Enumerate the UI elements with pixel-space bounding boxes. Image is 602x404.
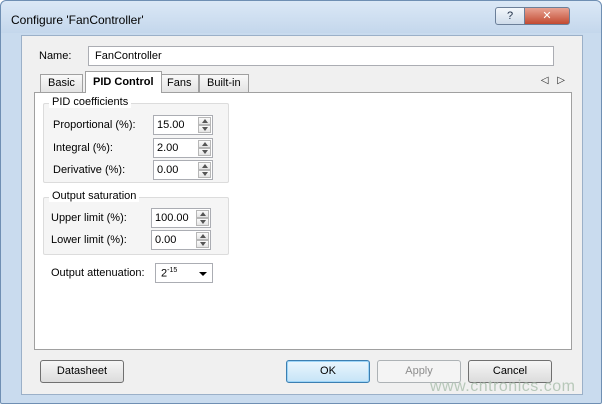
derivative-increment-button[interactable] [198, 162, 211, 170]
output-attenuation-value: 2-15 [161, 267, 177, 280]
upper-limit-label: Upper limit (%): [51, 212, 127, 224]
proportional-spin-buttons [198, 117, 211, 133]
datasheet-button[interactable]: Datasheet [40, 360, 124, 383]
name-input[interactable]: FanController [88, 46, 554, 66]
title-bar[interactable]: Configure 'FanController' ? ✕ [1, 1, 601, 33]
pid-coefficients-label: PID coefficients [49, 96, 132, 108]
upper-limit-decrement-button[interactable] [196, 218, 209, 226]
arrow-up-icon [202, 119, 208, 123]
output-attenuation-select[interactable]: 2-15 [155, 263, 213, 283]
tab-scroll-arrows-icon[interactable]: ◁ ▷ [541, 75, 568, 86]
tab-built-in[interactable]: Built-in [199, 74, 249, 92]
derivative-label: Derivative (%): [53, 164, 126, 176]
arrow-up-icon [202, 164, 208, 168]
arrow-up-icon [200, 234, 206, 238]
dialog-body: Name: FanController Basic PID Control Fa… [21, 35, 583, 395]
upper-limit-spinbox[interactable]: 100.00 [151, 208, 211, 228]
help-button[interactable]: ? [495, 7, 525, 25]
window-title: Configure 'FanController' [11, 13, 144, 27]
integral-decrement-button[interactable] [198, 148, 211, 156]
proportional-label: Proportional (%): [53, 119, 136, 131]
configure-dialog: Configure 'FanController' ? ✕ Name: FanC… [0, 0, 602, 404]
derivative-spinbox[interactable]: 0.00 [153, 160, 213, 180]
arrow-up-icon [200, 212, 206, 216]
derivative-decrement-button[interactable] [198, 170, 211, 178]
arrow-up-icon [202, 142, 208, 146]
derivative-value: 0.00 [157, 164, 179, 176]
arrow-down-icon [202, 172, 208, 176]
tab-fans[interactable]: Fans [159, 74, 200, 92]
upper-limit-increment-button[interactable] [196, 210, 209, 218]
lower-limit-label: Lower limit (%): [51, 234, 127, 246]
lower-limit-decrement-button[interactable] [196, 240, 209, 248]
proportional-increment-button[interactable] [198, 117, 211, 125]
integral-value: 2.00 [157, 142, 179, 154]
close-icon: ✕ [542, 10, 552, 22]
attenuation-exponent: -15 [167, 267, 178, 274]
tab-strip: Basic PID Control Fans Built-in ◁ ▷ [34, 71, 574, 93]
lower-limit-spin-buttons [196, 232, 209, 248]
close-button[interactable]: ✕ [524, 7, 570, 25]
lower-limit-spinbox[interactable]: 0.00 [151, 230, 211, 250]
ok-button[interactable]: OK [286, 360, 370, 383]
arrow-down-icon [200, 242, 206, 246]
lower-limit-increment-button[interactable] [196, 232, 209, 240]
upper-limit-value: 100.00 [155, 212, 189, 224]
integral-label: Integral (%): [53, 142, 113, 154]
help-icon: ? [506, 10, 514, 22]
upper-limit-spin-buttons [196, 210, 209, 226]
output-saturation-label: Output saturation [49, 190, 140, 202]
arrow-down-icon [200, 220, 206, 224]
tab-pid-control[interactable]: PID Control [85, 71, 162, 93]
chevron-down-icon [199, 272, 207, 276]
proportional-decrement-button[interactable] [198, 125, 211, 133]
name-label: Name: [39, 50, 72, 62]
arrow-down-icon [202, 150, 208, 154]
output-attenuation-label: Output attenuation: [51, 267, 145, 279]
derivative-spin-buttons [198, 162, 211, 178]
tab-basic[interactable]: Basic [40, 74, 83, 92]
proportional-spinbox[interactable]: 15.00 [153, 115, 213, 135]
integral-spin-buttons [198, 140, 211, 156]
integral-increment-button[interactable] [198, 140, 211, 148]
proportional-value: 15.00 [157, 119, 185, 131]
arrow-down-icon [202, 127, 208, 131]
watermark-text: www.cntronics.com [430, 378, 576, 395]
pid-control-page: PID coefficients Proportional (%): 15.00… [34, 92, 572, 350]
integral-spinbox[interactable]: 2.00 [153, 138, 213, 158]
lower-limit-value: 0.00 [155, 234, 177, 246]
